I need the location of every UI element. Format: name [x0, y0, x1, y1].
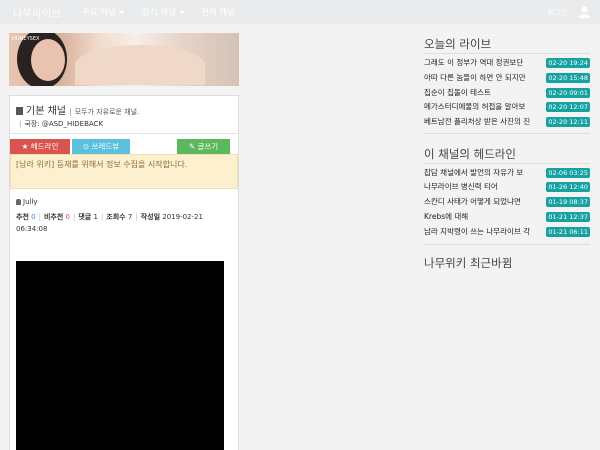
login-link[interactable]: 로그인: [547, 7, 568, 18]
divider: |: [38, 213, 41, 221]
embedded-video[interactable]: [16, 261, 224, 450]
chevron-down-icon: [118, 11, 125, 14]
thread-view-button-label: 쓰레드뷰: [91, 142, 120, 151]
chevron-down-icon: [178, 11, 185, 14]
headline-item-title: 잡담 채널에서 발언의 자유가 보: [424, 168, 524, 177]
headline-item-time-badge: 02-06 03:25: [546, 168, 590, 178]
headline-button[interactable]: ★ 헤드라인: [10, 139, 70, 154]
upvote-label: 추천: [16, 213, 29, 221]
user-icon[interactable]: [579, 6, 590, 18]
nav-menu-all-channels[interactable]: 전체 채널: [201, 6, 235, 18]
headline-item-time-badge: 01-26 12:40: [546, 182, 590, 192]
divider: [424, 133, 590, 134]
live-item-title: 그래도 이 정부가 역대 정권보단: [424, 58, 524, 67]
live-item[interactable]: 베트남전 폴리처상 받은 사진의 진 02-20 12:11: [424, 116, 590, 128]
post-stats: 추천 0 | 비추천 0 | 댓글 1 | 조회수 7 | 작성일 2019-02-21 06:…: [16, 211, 236, 235]
person-icon: [16, 199, 21, 205]
banner-body-shape: [75, 45, 205, 85]
live-item-time-badge: 02-20 09:01: [546, 88, 590, 98]
headline-item[interactable]: Krebs에 대해 01-21 12:37: [424, 211, 590, 223]
live-item-title: 메가스터디에물의 허접을 알아보: [424, 102, 526, 111]
headline-item-title: 남라 지박령이 쓰는 나무라이브 각: [424, 227, 531, 236]
nav-menu-label: 전체 채널: [201, 8, 235, 18]
nav-menu-label: 정식 채널: [142, 8, 176, 18]
live-item-title: 베트남전 폴리처상 받은 사진의 진: [424, 117, 531, 126]
views-label: 조회수: [106, 213, 126, 221]
downvote-label: 비추천: [43, 213, 64, 221]
written-label: 작성일: [140, 213, 161, 221]
divider: [424, 53, 590, 54]
nav-menu-main-channels[interactable]: 주요 채널: [82, 6, 125, 18]
channel-owner-text[interactable]: 국장: @ASD_HIDEBACK: [24, 120, 103, 128]
author-name[interactable]: Jully: [23, 198, 38, 206]
headline-item[interactable]: 스칸디 사태가 어떻게 되었냐면 01-19 08:37: [424, 196, 590, 208]
live-item[interactable]: 그래도 이 정부가 역대 정권보단 02-20 19:24: [424, 57, 590, 69]
today-live-title: 오늘의 라이브: [424, 37, 492, 51]
divider: [424, 244, 590, 245]
headline-item-title: 스칸디 사태가 어떻게 되었냐면: [424, 197, 521, 206]
comments-count: 1: [93, 213, 98, 221]
channel-owner: | 국장: @ASD_HIDEBACK: [19, 119, 103, 129]
live-item-time-badge: 02-20 12:07: [546, 102, 590, 112]
headline-item[interactable]: 나무라이브 병신력 티어 01-26 12:40: [424, 181, 590, 193]
channel-banner-image: HONEYSEX: [9, 33, 239, 86]
live-item-time-badge: 02-20 19:24: [546, 58, 590, 68]
write-button[interactable]: ✎ 글쓰기: [177, 139, 230, 154]
live-item-time-badge: 02-20 15:48: [546, 73, 590, 83]
headline-button-label: 헤드라인: [30, 142, 59, 151]
divider: |: [72, 213, 76, 221]
live-item[interactable]: 메가스터디에물의 허접을 알아보 02-20 12:07: [424, 101, 590, 113]
nav-menu-official-channels[interactable]: 정식 채널: [142, 6, 185, 18]
divider: |: [135, 213, 138, 221]
headline-item-title: 나무라이브 병신력 티어: [424, 182, 498, 191]
live-item-title: 집순이 집돌이 테스트: [424, 88, 491, 97]
top-navbar: 나무라이브 주요 채널 정식 채널 전체 채널 로그인: [0, 0, 600, 24]
thread-view-button[interactable]: ⊙ 쓰레드뷰: [72, 139, 130, 154]
recent-changes-title: 나무위키 최근바뀜: [424, 256, 513, 270]
headline-item-time-badge: 01-21 06:11: [546, 227, 590, 237]
channel-header: 기본 채널 | 모두가 자유로운 채널.: [16, 102, 139, 117]
downvote-count: 0: [65, 213, 70, 221]
divider: [10, 133, 238, 134]
live-item[interactable]: 집순이 집돌이 테스트 02-20 09:01: [424, 87, 590, 99]
headline-item-title: Krebs에 대해: [424, 212, 469, 221]
post-author: Jully: [16, 198, 38, 206]
channel-name[interactable]: 기본 채널: [26, 106, 66, 117]
divider: [424, 163, 590, 164]
upvote-count: 0: [31, 213, 36, 221]
headline-item[interactable]: 남라 지박령이 쓰는 나무라이브 각 01-21 06:11: [424, 226, 590, 238]
document-icon: [16, 107, 23, 115]
views-count: 7: [127, 213, 133, 221]
divider: |: [100, 213, 104, 221]
live-item-time-badge: 02-20 12:11: [546, 117, 590, 127]
divider: |: [19, 120, 22, 128]
live-item-title: 아따 다른 놈들이 하면 안 되지만: [424, 73, 526, 82]
headline-item[interactable]: 잡담 채널에서 발언의 자유가 보 02-06 03:25: [424, 167, 590, 179]
site-logo[interactable]: 나무라이브: [13, 5, 62, 20]
headline-item-time-badge: 01-19 08:37: [546, 197, 590, 207]
comments-label: 댓글: [78, 213, 92, 221]
channel-description: 모두가 자유로운 채널.: [74, 108, 140, 116]
post-panel: 기본 채널 | 모두가 자유로운 채널. | 국장: @ASD_HIDEBACK ★ …: [9, 95, 239, 450]
live-item[interactable]: 아따 다른 놈들이 하면 안 되지만 02-20 15:48: [424, 72, 590, 84]
divider: |: [68, 107, 72, 116]
headline-item-time-badge: 01-21 12:37: [546, 212, 590, 222]
nav-menu-label: 주요 채널: [82, 8, 116, 18]
banner-watermark: HONEYSEX: [12, 36, 40, 42]
banner-face-shape: [31, 39, 65, 81]
post-title-notice: [남라 위키] 등재를 위해서 정보 수집을 시작합니다.: [10, 154, 238, 189]
channel-headlines-title: 이 채널의 헤드라인: [424, 147, 516, 161]
write-button-label: 글쓰기: [197, 142, 219, 151]
